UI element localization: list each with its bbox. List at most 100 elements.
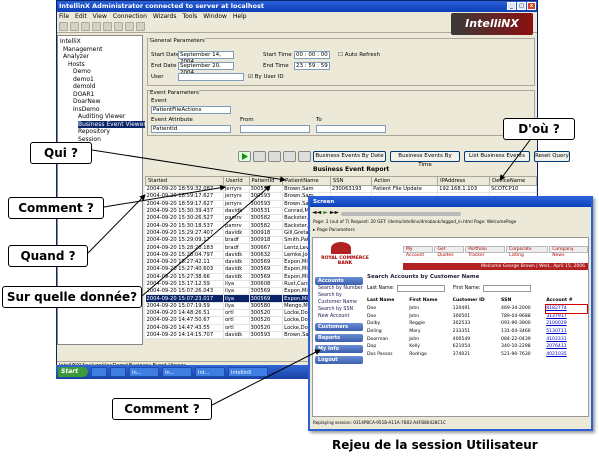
column-header[interactable]: IPAddress (437, 176, 491, 186)
tree-item[interactable]: Management (60, 46, 140, 54)
taskbar-item[interactable]: Int... (195, 367, 225, 377)
account-link[interactable]: 3137917 (546, 313, 587, 321)
export-icon[interactable] (268, 151, 281, 162)
cut-icon[interactable] (92, 22, 101, 31)
tree-item[interactable]: Demo (60, 68, 140, 76)
tree-item[interactable]: demo1 (60, 76, 140, 84)
user-field[interactable] (178, 73, 244, 81)
tree-item[interactable]: DOAR1 (60, 91, 140, 99)
by-user-id-checkbox[interactable]: ☑ By User ID (248, 73, 284, 81)
events-by-time-button[interactable]: Business Events By Time (390, 151, 460, 168)
tree-item[interactable]: IntelliX (60, 38, 140, 46)
bank-tab[interactable]: Corporate Listing (506, 246, 549, 258)
bank-tab[interactable]: Company News (549, 246, 588, 258)
column-header[interactable]: UserId (222, 176, 250, 186)
back-arrow-icon[interactable] (283, 151, 296, 162)
sidebar-link[interactable]: Search by SSN (315, 306, 363, 313)
forward-arrow-icon[interactable] (298, 151, 311, 162)
menu-edit[interactable]: Edit (75, 12, 87, 21)
tree-item[interactable]: DoarNew (60, 98, 140, 106)
replay-slider[interactable] (341, 212, 462, 216)
list-item[interactable]: Dos Passos Rodrigo 374021 521-90-7630 402103… (367, 351, 587, 359)
start-button[interactable]: Start (58, 367, 88, 377)
sidebar-link[interactable]: New Account (315, 313, 363, 320)
first-page-icon[interactable]: ◄◄ (312, 209, 321, 218)
menu-window[interactable]: Window (203, 12, 227, 21)
list-item[interactable]: Dop Kelly 621054 340-10-2298 2076411 (367, 343, 587, 351)
play-icon[interactable]: ► (323, 209, 328, 218)
column-header[interactable]: PatientName (282, 176, 331, 186)
account-link[interactable]: 2076411 (546, 343, 587, 351)
from-field[interactable] (240, 125, 310, 133)
column-header[interactable]: SSN (329, 176, 373, 186)
account-link[interactable]: 8182774 (545, 304, 588, 314)
sidebar-section-reports[interactable]: Reports (315, 334, 363, 342)
list-events-button[interactable]: List Business Events (464, 151, 530, 162)
run-button[interactable] (238, 151, 251, 162)
close-button[interactable]: x (527, 2, 536, 10)
first-name-input[interactable] (483, 285, 531, 292)
column-header[interactable]: Action (371, 176, 439, 186)
sidebar-link[interactable]: Search by Number (315, 285, 363, 292)
tree-item[interactable]: InsDemo (60, 106, 140, 114)
start-date-field[interactable]: September 14, 2004 (178, 51, 234, 65)
auto-refresh-checkbox[interactable]: ☐ Auto Refresh (338, 51, 380, 59)
event-attribute-select[interactable]: PatientId (151, 125, 231, 133)
menu-tools[interactable]: Tools (182, 12, 197, 21)
sidebar-section-my-info[interactable]: My Info (315, 345, 363, 353)
open-icon[interactable] (70, 22, 79, 31)
next-page-icon[interactable]: ►► (330, 209, 339, 218)
stop-icon[interactable] (253, 151, 266, 162)
taskbar-quicklaunch-icon[interactable] (110, 367, 126, 377)
refresh-icon[interactable] (125, 22, 134, 31)
tree-item[interactable]: Hosts (60, 61, 140, 69)
tree-item[interactable]: Analyzer (60, 53, 140, 61)
tree-item[interactable]: demold (60, 83, 140, 91)
account-link[interactable]: 2100029 (546, 320, 587, 328)
account-link[interactable]: 4021035 (546, 351, 587, 359)
column-header[interactable]: Started (145, 176, 224, 186)
new-icon[interactable] (59, 22, 68, 31)
list-item[interactable]: Doorman John 400549 084-22-0439 4102331 (367, 335, 587, 343)
list-item[interactable]: Doe John 300501 789-04-9688 3137917 (367, 313, 587, 321)
maximize-button[interactable]: □ (517, 2, 526, 10)
end-date-field[interactable]: September 20, 2004 (178, 62, 234, 76)
bank-tab[interactable]: Portfolio Tracker (465, 246, 506, 258)
settings-icon[interactable] (136, 22, 145, 31)
to-field[interactable] (316, 125, 386, 133)
events-by-date-button[interactable]: Business Events By Date (313, 151, 386, 162)
start-time-field[interactable]: 00 : 00 : 00 (294, 51, 330, 59)
minimize-button[interactable]: _ (507, 2, 516, 10)
sidebar-section-accounts[interactable]: Accounts (315, 277, 363, 285)
table-row[interactable]: 2004-09-20 18:59:32.087 jerryrs 300593 Brow… (145, 185, 537, 194)
tree-item-selected[interactable]: Business Event Viewer (78, 120, 146, 128)
event-select[interactable]: PatientFileActions (151, 106, 231, 114)
menu-file[interactable]: File (59, 12, 69, 21)
taskbar-item[interactable]: In... (129, 367, 159, 377)
bank-tab[interactable]: My Account (403, 246, 434, 258)
taskbar-item[interactable]: IntellinX (228, 367, 268, 377)
sidebar-section-customers[interactable]: Customers (315, 323, 363, 331)
page-params-toggle[interactable]: ▸ Page Parameters (313, 228, 355, 233)
end-time-field[interactable]: 23 : 59 : 59 (294, 62, 330, 70)
list-item[interactable]: Dolby Reggie 302533 091-90-3900 2100029 (367, 320, 587, 328)
column-header[interactable]: DeviceName (489, 176, 537, 186)
list-item[interactable]: Doe John 120491 469-34-2000 8182774 (367, 304, 588, 314)
reset-query-button[interactable]: Reset Query (534, 151, 570, 162)
sidebar-link[interactable]: Search by Customer Name (315, 292, 363, 306)
paste-icon[interactable] (114, 22, 123, 31)
taskbar-quicklaunch-icon[interactable] (91, 367, 107, 377)
copy-icon[interactable] (103, 22, 112, 31)
tree-item[interactable]: Repository (60, 128, 140, 136)
menu-help[interactable]: Help (233, 12, 247, 21)
save-icon[interactable] (81, 22, 90, 31)
bank-tab[interactable]: Get Quotes (434, 246, 465, 258)
menu-wizards[interactable]: Wizards (153, 12, 177, 21)
menu-view[interactable]: View (93, 12, 107, 21)
taskbar-item[interactable]: In... (162, 367, 192, 377)
account-link[interactable]: 4102331 (546, 335, 587, 343)
last-name-input[interactable] (397, 285, 445, 292)
column-header[interactable]: PatientId (248, 176, 284, 186)
sidebar-section-logout[interactable]: Logout (315, 356, 363, 364)
list-item[interactable]: Doling Mary 233351 131-04-3466 5130711 (367, 328, 587, 336)
